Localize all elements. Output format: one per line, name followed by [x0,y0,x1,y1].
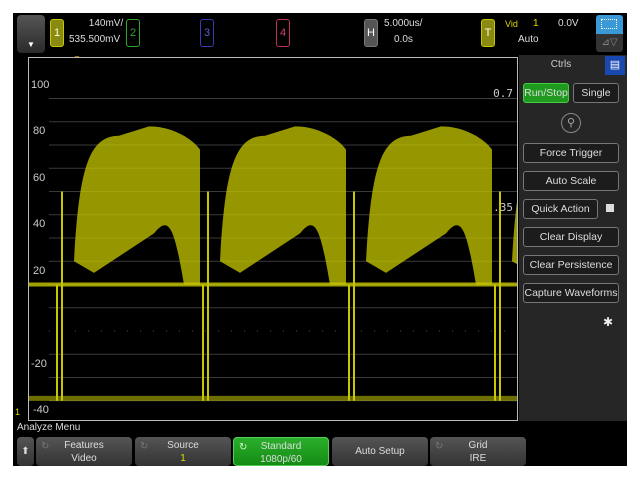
knob-icon: ↻ [41,441,50,452]
arrow-up-icon: ⬆ [21,446,30,457]
side-panel: Ctrls ▤ Run/Stop Single ⚲ Force Trigger … [519,55,627,421]
status-bar: ▼ 1 140mV/ 535.500mV 2 3 4 H 5.000us/ 0.… [13,13,627,55]
channel1-button[interactable]: 1 [50,19,64,47]
document-icon[interactable]: ▤ [605,56,625,75]
channel4-button[interactable]: 4 [276,19,290,47]
grid-label-minus20: -20 [31,358,47,370]
search-icon[interactable]: ⚲ [561,113,581,133]
gear-icon[interactable]: ✱ [603,315,613,329]
clear-persistence-button[interactable]: Clear Persistence [523,255,619,275]
softkey-label: Source [167,440,199,451]
time-scale[interactable]: 5.000us/ [384,16,422,32]
oscilloscope-display: ▼ 1 140mV/ 535.500mV 2 3 4 H 5.000us/ 0.… [13,13,627,466]
softkey-grid[interactable]: ↻ Grid IRE [430,437,526,466]
grid-label-0.35: .35 [493,201,513,214]
softkey-standard[interactable]: ↻ Standard 1080p/60 [233,437,329,466]
channel3-button[interactable]: 3 [200,19,214,47]
trigger-mode[interactable]: Auto [518,32,539,48]
grid-label-100: 100 [31,79,50,91]
grid-label-minus40: -40 [33,404,49,416]
channel1-offset[interactable]: 535.500mV [69,32,120,48]
trigger-type: Vid [505,19,518,29]
waveform-graticule [29,98,517,402]
menu-up-button[interactable]: ⬆ [17,437,34,466]
shortcut-icon[interactable] [606,204,614,212]
single-button[interactable]: Single [573,83,619,103]
channel1-ground-marker[interactable]: 1 [15,407,20,417]
softkey-value: 1 [180,453,186,464]
main-menu-button[interactable]: ▼ [17,15,45,53]
grid-label-0.7: 0.7 [493,87,513,100]
grid-label-80: 80 [33,125,46,137]
gesture-icon[interactable]: ⊿▽ [596,34,623,52]
grid-label-40: 40 [33,218,46,230]
quick-action-button[interactable]: Quick Action [523,199,598,219]
softkey-value: 1080p/60 [260,454,302,465]
run-stop-button[interactable]: Run/Stop [523,83,569,103]
time-delay[interactable]: 0.0s [394,32,413,48]
chevron-down-icon: ▼ [27,40,35,49]
trigger-level[interactable]: 0.0V [558,16,579,32]
grid-label-20: 20 [33,265,46,277]
knob-icon: ↻ [435,441,444,452]
tab-ctrls[interactable]: Ctrls [519,55,603,75]
menu-title: Analyze Menu [17,422,81,433]
softkey-auto-setup[interactable]: Auto Setup [332,437,428,466]
softkey-label: Features [64,440,104,451]
softkey-label: Standard [260,441,302,452]
grid-label-60: 60 [33,172,46,184]
softkey-source[interactable]: ↻ Source 1 [135,437,231,466]
softkey-features[interactable]: ↻ Features Video [36,437,132,466]
clear-display-button[interactable]: Clear Display [523,227,619,247]
capture-waveforms-button[interactable]: Capture Waveforms [523,283,619,303]
trigger-source: 1 [533,18,539,29]
auto-scale-button[interactable]: Auto Scale [523,171,619,191]
waveform-screen[interactable]: 100 80 60 40 20 -20 -40 0.7 .35 [28,57,518,421]
channel2-button[interactable]: 2 [126,19,140,47]
softkey-label: Grid [468,440,488,451]
softkey-value: IRE [469,453,487,464]
force-trigger-button[interactable]: Force Trigger [523,143,619,163]
knob-icon: ↻ [239,442,248,453]
horizontal-button[interactable]: H [364,19,378,47]
softkey-value: Video [71,453,97,464]
zoom-select-icon[interactable] [596,15,623,34]
knob-icon: ↻ [140,441,149,452]
trigger-button[interactable]: T [481,19,495,47]
